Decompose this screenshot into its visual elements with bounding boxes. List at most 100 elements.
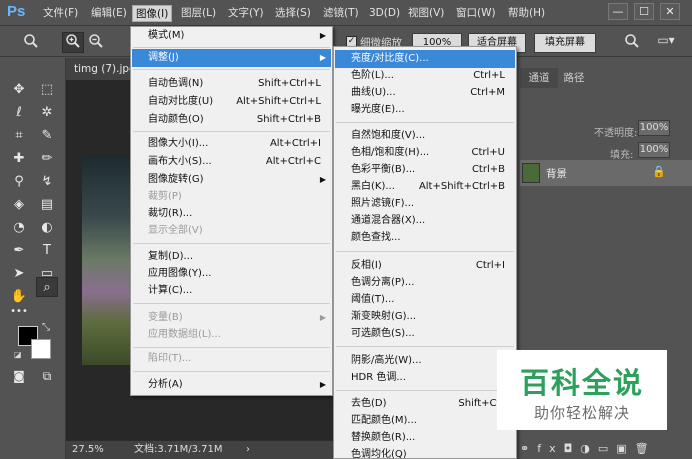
zoom-level[interactable]: 27.5%: [72, 441, 104, 459]
menu-item-brightness-contrast[interactable]: 亮度/对比度(C)...: [335, 50, 515, 68]
menu-item-image-rotation[interactable]: 图像旋转(G) ▶: [132, 171, 331, 189]
menu-item-variables[interactable]: 变量(B) ▶: [132, 309, 331, 327]
gradient-tool-icon[interactable]: ▤: [36, 195, 58, 215]
menu-item-color-lookup[interactable]: 颜色查找...: [335, 229, 515, 247]
pen-tool-icon[interactable]: ✒: [8, 241, 30, 261]
menu-separator: [133, 347, 330, 348]
menu-item-black-white[interactable]: 黑白(K)... Alt+Shift+Ctrl+B: [335, 178, 515, 196]
zoom-in-icon[interactable]: [62, 32, 84, 53]
opacity-field[interactable]: 100%: [638, 120, 670, 136]
menu-separator: [133, 303, 330, 304]
menu-item-levels[interactable]: 色阶(L)... Ctrl+L: [335, 67, 515, 85]
marquee-tool-icon[interactable]: ⬚: [36, 80, 58, 100]
minimize-button[interactable]: —: [608, 3, 628, 20]
menu-layer[interactable]: 图层(L): [178, 0, 219, 26]
menu-item-reveal-all[interactable]: 显示全部(V): [132, 222, 331, 240]
menu-item-match-color[interactable]: 匹配颜色(M)...: [335, 412, 515, 430]
menu-file[interactable]: 文件(F): [40, 0, 81, 26]
menu-separator: [133, 371, 330, 372]
type-tool-icon[interactable]: T: [36, 241, 58, 261]
move-tool-icon[interactable]: ✥: [8, 80, 30, 100]
menu-item-desaturate[interactable]: 去色(D) Shift+Ctrl+U: [335, 395, 523, 413]
menu-item-equalize[interactable]: 色调均化(Q): [335, 446, 515, 459]
eyedropper-tool-icon[interactable]: ✎: [36, 126, 58, 146]
menu-item-image-size[interactable]: 图像大小(I)... Alt+Ctrl+I: [132, 135, 331, 153]
crop-tool-icon[interactable]: ⌗: [8, 126, 30, 146]
menu-type[interactable]: 文字(Y): [225, 0, 267, 26]
layer-name[interactable]: 背景: [546, 166, 567, 181]
menu-item-replace-color[interactable]: 替换颜色(R)...: [335, 429, 515, 447]
restore-button[interactable]: ☐: [634, 3, 654, 20]
zoom-tool-active-icon[interactable]: ⌕: [36, 277, 58, 297]
menu-item-adjust[interactable]: 调整(J) ▶: [132, 49, 331, 67]
menu-item-analysis[interactable]: 分析(A) ▶: [132, 376, 331, 394]
menu-window[interactable]: 窗口(W): [453, 0, 499, 26]
menu-item-invert[interactable]: 反相(I) Ctrl+I: [335, 257, 515, 275]
menu-item-threshold[interactable]: 阈值(T)...: [335, 291, 515, 309]
menu-item-auto-tone[interactable]: 自动色调(N) Shift+Ctrl+L: [132, 75, 331, 93]
menu-3d[interactable]: 3D(D): [366, 0, 403, 26]
menu-item-calculations[interactable]: 计算(C)...: [132, 282, 331, 300]
menu-item-auto-color[interactable]: 自动颜色(O) Shift+Ctrl+B: [132, 111, 331, 129]
layer-row[interactable]: 背景 🔒: [520, 160, 692, 186]
menu-item-exposure[interactable]: 曝光度(E)...: [335, 101, 515, 119]
swap-colors-icon[interactable]: ⤡: [42, 322, 50, 333]
eraser-tool-icon[interactable]: ◈: [8, 195, 30, 215]
magic-wand-tool-icon[interactable]: ✲: [36, 103, 58, 123]
menu-item-crop[interactable]: 裁剪(P): [132, 188, 331, 206]
blur-tool-icon[interactable]: ◔: [8, 218, 30, 238]
lasso-tool-icon[interactable]: ℓ: [8, 103, 30, 123]
menu-item-mode[interactable]: 模式(M) ▶: [132, 27, 331, 45]
menu-image[interactable]: 图像(I): [132, 5, 173, 22]
workspace-icon[interactable]: ▭▾: [654, 33, 678, 53]
menu-view[interactable]: 视图(V): [405, 0, 447, 26]
menu-item-apply-data-set[interactable]: 应用数据组(L)...: [132, 326, 331, 344]
background-color-swatch[interactable]: [31, 339, 51, 359]
lock-icon: 🔒: [652, 165, 666, 178]
menu-edit[interactable]: 编辑(E): [88, 0, 130, 26]
menu-item-trim[interactable]: 裁切(R)...: [132, 205, 331, 223]
menu-item-posterize[interactable]: 色调分离(P)...: [335, 274, 515, 292]
menu-item-duplicate[interactable]: 复制(D)...: [132, 248, 331, 266]
menu-select[interactable]: 选择(S): [272, 0, 314, 26]
dodge-tool-icon[interactable]: ◐: [36, 218, 58, 238]
status-arrow-icon[interactable]: ›: [246, 441, 250, 459]
tab-channels[interactable]: 通道: [520, 68, 558, 88]
menu-item-hue-saturation[interactable]: 色相/饱和度(H)... Ctrl+U: [335, 144, 515, 162]
menu-item-auto-contrast[interactable]: 自动对比度(U) Alt+Shift+Ctrl+L: [132, 93, 331, 111]
fill-screen-button[interactable]: 填充屏幕: [534, 33, 596, 53]
brush-tool-icon[interactable]: ✏: [36, 149, 58, 169]
menu-item-gradient-map[interactable]: 渐变映射(G)...: [335, 308, 515, 326]
close-button[interactable]: ✕: [660, 3, 680, 20]
menu-item-photo-filter[interactable]: 照片滤镜(F)...: [335, 195, 515, 213]
tab-paths[interactable]: 路径: [558, 68, 590, 88]
screen-mode-icon[interactable]: ⧉: [36, 366, 58, 386]
status-bar: 27.5% 文档:3.71M/3.71M ›: [66, 440, 336, 459]
default-colors-icon[interactable]: ◪: [14, 350, 22, 359]
menu-item-canvas-size[interactable]: 画布大小(S)... Alt+Ctrl+C: [132, 153, 331, 171]
search-icon[interactable]: [622, 33, 642, 53]
menu-item-apply-image[interactable]: 应用图像(Y)...: [132, 265, 331, 283]
menu-item-selective-color[interactable]: 可选颜色(S)...: [335, 325, 515, 343]
fill-field[interactable]: 100%: [638, 142, 670, 158]
more-tools-icon[interactable]: •••: [8, 302, 30, 322]
menu-item-trap[interactable]: 陷印(T)...: [132, 350, 331, 368]
menu-item-channel-mixer[interactable]: 通道混合器(X)...: [335, 212, 515, 230]
menu-item-shadows-highlights[interactable]: 阴影/高光(W)...: [335, 352, 515, 370]
adjustments-submenu: 亮度/对比度(C)... 色阶(L)... Ctrl+L 曲线(U)... Ctrl…: [333, 46, 523, 459]
zoom-tool-icon[interactable]: [20, 33, 42, 53]
menu-item-color-balance[interactable]: 色彩平衡(B)... Ctrl+B: [335, 161, 515, 179]
clone-stamp-tool-icon[interactable]: ⚲: [8, 172, 30, 192]
healing-brush-tool-icon[interactable]: ✚: [8, 149, 30, 169]
history-brush-tool-icon[interactable]: ↯: [36, 172, 58, 192]
path-selection-tool-icon[interactable]: ➤: [8, 264, 30, 284]
menu-item-vibrance[interactable]: 自然饱和度(V)...: [335, 127, 515, 145]
zoom-out-icon[interactable]: [86, 33, 106, 53]
quick-mask-icon[interactable]: ◙: [8, 366, 30, 386]
menu-item-hdr-toning[interactable]: HDR 色调...: [335, 369, 515, 387]
menu-filter[interactable]: 滤镜(T): [320, 0, 362, 26]
layer-footer-icons[interactable]: ⚭fx◘◑▭▣🗑: [520, 442, 690, 458]
image-menu: 模式(M) ▶ 调整(J) ▶ 自动色调(N) Shift+Ctrl+L 自动对比度(…: [130, 26, 333, 396]
menu-item-curves[interactable]: 曲线(U)... Ctrl+M: [335, 84, 515, 102]
menu-help[interactable]: 帮助(H): [505, 0, 548, 26]
